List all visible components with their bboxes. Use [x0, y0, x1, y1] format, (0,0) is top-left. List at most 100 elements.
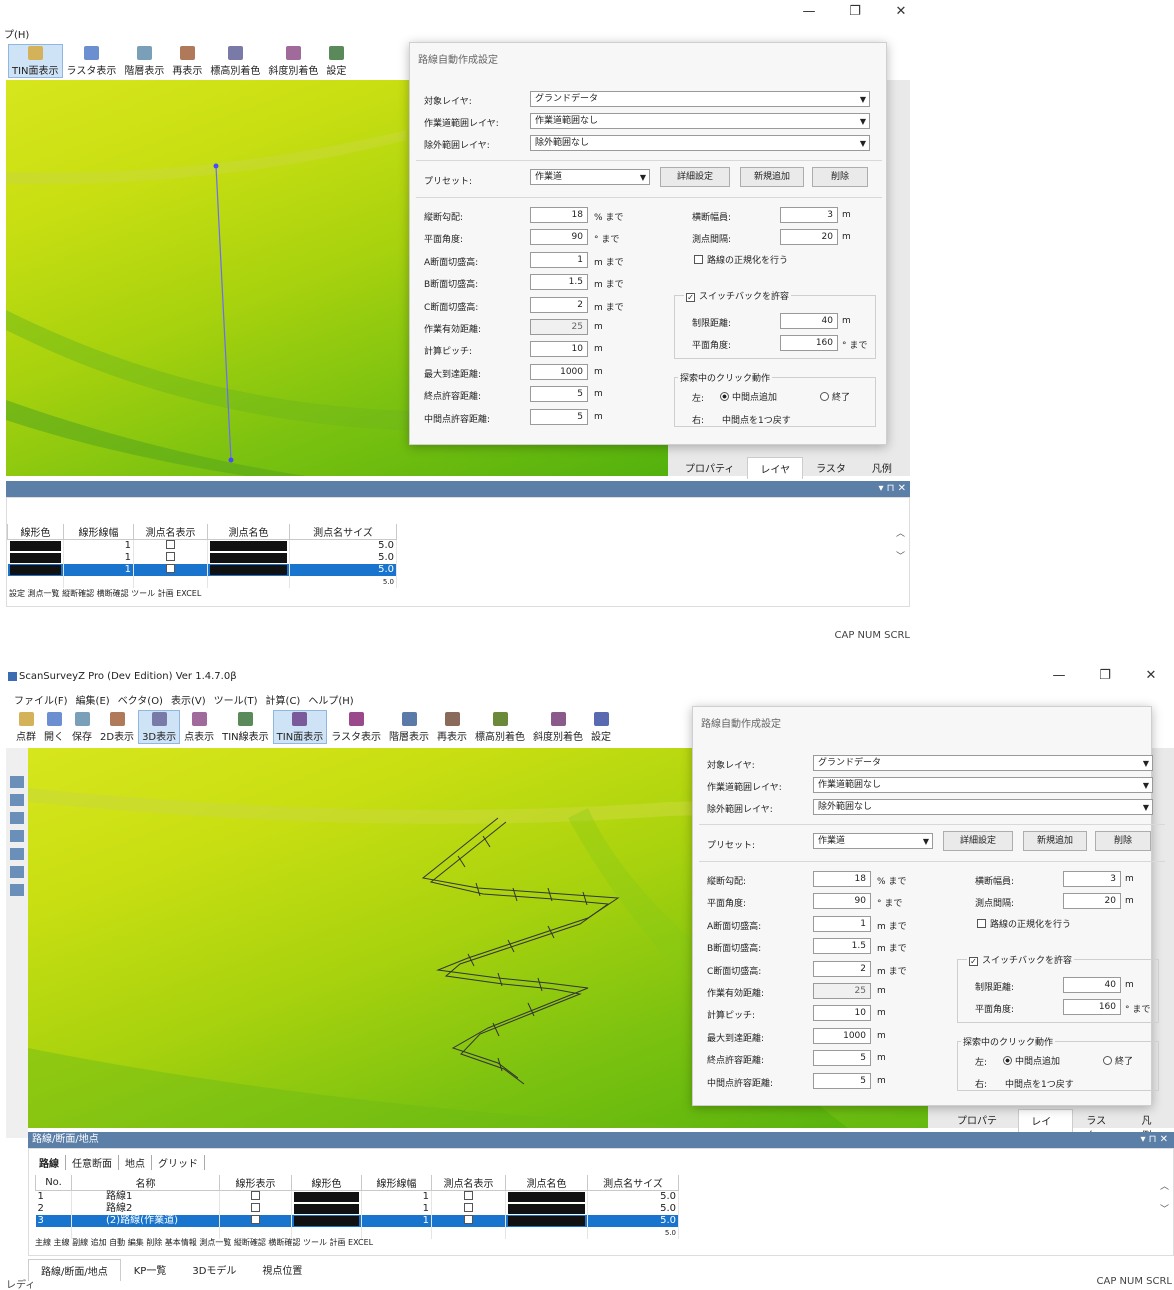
param-input[interactable]: 5: [530, 386, 588, 403]
menu-help[interactable]: プ(H): [4, 26, 29, 41]
minimize-button[interactable]: —: [786, 4, 832, 19]
checkbox[interactable]: [166, 540, 175, 549]
param-input[interactable]: 1000: [530, 363, 588, 380]
add-preset-button[interactable]: 新規追加: [1023, 831, 1087, 851]
menu-item[interactable]: ヘルプ(H): [308, 692, 353, 707]
switchback-checkbox[interactable]: ✓ スイッチバックを許容: [684, 289, 792, 302]
radio[interactable]: [720, 392, 729, 401]
param-input[interactable]: 1: [530, 251, 588, 268]
toolbar-button[interactable]: 点群: [12, 710, 40, 744]
panel-tab[interactable]: 路線: [33, 1155, 66, 1170]
add-preset-button[interactable]: 新規追加: [740, 167, 804, 187]
toolbar-button[interactable]: 階層表示: [385, 710, 433, 744]
param-input[interactable]: 1000: [813, 1027, 871, 1044]
label-show-cell[interactable]: [133, 539, 208, 552]
toolbar-button[interactable]: 3D表示: [138, 710, 181, 744]
column-header[interactable]: 測点名色: [207, 524, 290, 540]
radio-finish[interactable]: 終了: [1103, 1054, 1133, 1067]
menu-item[interactable]: ベクタ(O): [118, 692, 163, 707]
checkbox[interactable]: [464, 1215, 473, 1224]
line-show-cell[interactable]: [219, 1190, 292, 1203]
delete-preset-button[interactable]: 削除: [812, 167, 868, 187]
radio[interactable]: [1103, 1056, 1112, 1065]
param-input[interactable]: 2: [530, 296, 588, 313]
pitch-input[interactable]: 20: [780, 229, 838, 245]
tab[interactable]: 3Dモデル: [179, 1258, 249, 1281]
layer-select[interactable]: 除外範囲なし: [813, 799, 1153, 815]
label-show-cell[interactable]: [431, 1190, 506, 1203]
checkbox[interactable]: ✓: [686, 293, 695, 302]
delete-preset-button[interactable]: 削除: [1095, 831, 1151, 851]
toolbar-button[interactable]: 開く: [40, 710, 68, 744]
tool-icons[interactable]: [10, 776, 24, 896]
param-input[interactable]: 10: [530, 341, 588, 358]
label-show-cell[interactable]: [133, 552, 208, 564]
column-header[interactable]: 測点名サイズ: [587, 1175, 679, 1191]
column-header[interactable]: 線形色: [291, 1175, 362, 1191]
label-show-cell[interactable]: [133, 564, 208, 576]
table-row[interactable]: 2 路線2 1 5.0: [35, 1203, 679, 1215]
toolbar-button[interactable]: ラスタ表示: [63, 44, 121, 78]
menu-item[interactable]: 表示(V): [171, 692, 206, 707]
toolbar-button[interactable]: 点表示: [180, 710, 218, 744]
tab[interactable]: KP一覧: [121, 1258, 180, 1281]
preset-select[interactable]: 作業道: [813, 833, 933, 849]
label-show-cell[interactable]: [431, 1203, 506, 1215]
normalize-checkbox[interactable]: 路線の正規化を行う: [977, 917, 1071, 930]
checkbox[interactable]: ✓: [969, 957, 978, 966]
switchback-checkbox[interactable]: ✓ スイッチバックを許容: [967, 953, 1075, 966]
param-input[interactable]: 90: [813, 893, 871, 910]
preset-select[interactable]: 作業道: [530, 169, 650, 185]
checkbox[interactable]: [464, 1191, 473, 1200]
grid-scrollbar[interactable]: ︿ ﹀: [1160, 1179, 1169, 1215]
toolbar-button[interactable]: 斜度別着色: [264, 44, 322, 78]
param-input[interactable]: 25: [813, 983, 871, 999]
param-input[interactable]: 1: [813, 915, 871, 932]
column-header[interactable]: 名称: [71, 1175, 220, 1191]
column-header[interactable]: No.: [35, 1175, 72, 1191]
close-button[interactable]: ✕: [878, 4, 924, 19]
column-header[interactable]: 線形線幅: [63, 524, 134, 540]
bottom-toolbar-text[interactable]: 主線 主線 副線 追加 自動 編集 削除 基本情報 測点一覧 縦断確認 横断確認…: [35, 1237, 373, 1248]
checkbox[interactable]: [464, 1203, 473, 1212]
column-header[interactable]: 測点名表示: [133, 524, 208, 540]
width-input[interactable]: 3: [780, 207, 838, 223]
radio[interactable]: [820, 392, 829, 401]
menu-item[interactable]: 計算(C): [266, 692, 301, 707]
layer-select[interactable]: グランドデータ: [813, 755, 1153, 771]
checkbox[interactable]: [166, 564, 175, 573]
checkbox[interactable]: [694, 255, 703, 264]
layer-select[interactable]: 作業道範囲なし: [813, 777, 1153, 793]
limit-input[interactable]: 40: [1063, 977, 1121, 993]
tab[interactable]: 路線/断面/地点: [28, 1258, 121, 1281]
param-input[interactable]: 2: [813, 960, 871, 977]
column-header[interactable]: 線形表示: [219, 1175, 292, 1191]
limit-input[interactable]: 40: [780, 313, 838, 329]
column-header[interactable]: 線形色: [7, 524, 64, 540]
param-input[interactable]: 18: [530, 207, 588, 223]
menu-item[interactable]: ツール(T): [214, 692, 258, 707]
tab[interactable]: 視点位置: [249, 1258, 315, 1281]
radio[interactable]: [1003, 1056, 1012, 1065]
detail-settings-button[interactable]: 詳細設定: [943, 831, 1013, 851]
param-input[interactable]: 18: [813, 871, 871, 887]
angle-input[interactable]: 160: [1063, 999, 1121, 1015]
checkbox[interactable]: [977, 919, 986, 928]
toolbar-button[interactable]: 標高別着色: [471, 710, 529, 744]
toolbar-button[interactable]: 階層表示: [120, 44, 168, 78]
radio-add-midpoint[interactable]: 中間点追加: [1003, 1054, 1060, 1067]
param-input[interactable]: 5: [530, 408, 588, 425]
param-input[interactable]: 1.5: [813, 938, 871, 955]
toolbar-button[interactable]: 設定: [322, 44, 350, 78]
checkbox[interactable]: [166, 552, 175, 561]
line-show-cell[interactable]: [219, 1203, 292, 1215]
toolbar-button[interactable]: TIN線表示: [218, 710, 273, 744]
layer-select[interactable]: 除外範囲なし: [530, 135, 870, 151]
layer-select[interactable]: 作業道範囲なし: [530, 113, 870, 129]
line-show-cell[interactable]: [219, 1215, 292, 1227]
menu-item[interactable]: ファイル(F): [14, 692, 68, 707]
bottom-toolbar-text[interactable]: 設定 測点一覧 縦断確認 横断確認 ツール 計画 EXCEL: [9, 588, 201, 599]
checkbox[interactable]: [251, 1191, 260, 1200]
param-input[interactable]: 25: [530, 319, 588, 335]
table-row[interactable]: 1 5.0: [7, 564, 397, 576]
